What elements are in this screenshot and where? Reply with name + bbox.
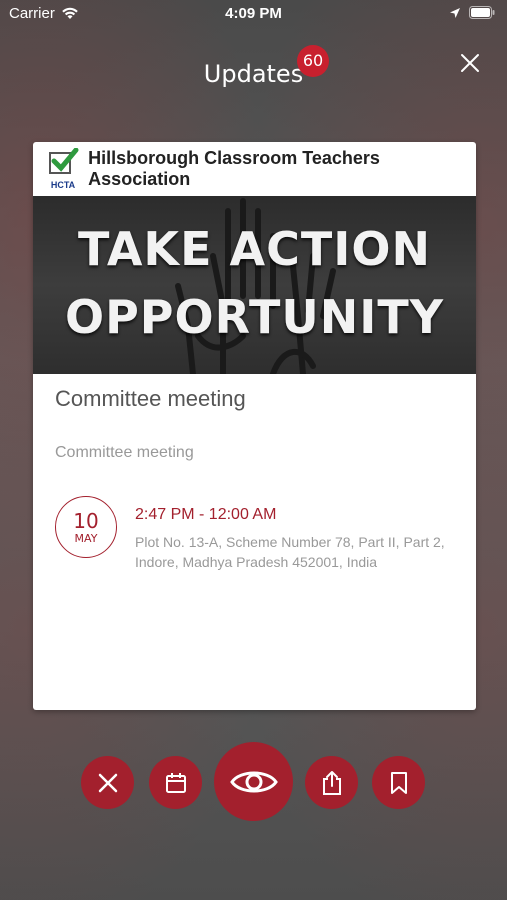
event-details: 10 MAY 2:47 PM - 12:00 AM Plot No. 13-A,…	[33, 496, 476, 572]
event-banner: TAKE ACTION OPPORTUNITY	[33, 196, 476, 374]
location-arrow-icon	[450, 7, 460, 18]
update-card[interactable]: HCTA Hillsborough Classroom Teachers Ass…	[33, 142, 476, 710]
share-icon	[322, 770, 341, 795]
checkmark-icon	[51, 148, 79, 172]
action-bar	[0, 742, 507, 822]
org-logo: HCTA	[47, 148, 79, 190]
status-bar: Carrier 4:09 PM	[0, 0, 507, 30]
event-address: Plot No. 13-A, Scheme Number 78, Part II…	[135, 534, 445, 570]
share-button[interactable]	[305, 756, 358, 809]
org-logo-text: HCTA	[50, 180, 76, 190]
updates-count-badge: 60	[297, 45, 329, 77]
org-header: HCTA Hillsborough Classroom Teachers Ass…	[33, 142, 476, 196]
banner-line-1: TAKE ACTION	[78, 222, 431, 276]
page-title: Updates	[203, 60, 304, 88]
add-to-calendar-button[interactable]	[149, 756, 202, 809]
calendar-icon	[165, 772, 186, 793]
banner-line-2: OPPORTUNITY	[64, 290, 445, 344]
dismiss-button[interactable]	[81, 756, 134, 809]
view-button[interactable]	[214, 742, 293, 821]
event-date-badge: 10 MAY	[55, 496, 117, 558]
event-time: 2:47 PM - 12:00 AM	[135, 506, 277, 523]
bookmark-icon	[390, 771, 407, 794]
event-month: MAY	[74, 531, 98, 545]
close-icon	[98, 773, 117, 792]
event-title: Committee meeting	[55, 386, 246, 411]
event-day: 10	[73, 508, 99, 533]
eye-icon	[229, 771, 278, 792]
close-icon[interactable]	[459, 52, 481, 74]
event-description: Committee meeting	[55, 444, 194, 461]
battery-icon	[469, 6, 495, 19]
org-name: Hillsborough Classroom Teachers Associat…	[88, 148, 380, 189]
bookmark-button[interactable]	[372, 756, 425, 809]
status-time: 4:09 PM	[225, 5, 282, 22]
